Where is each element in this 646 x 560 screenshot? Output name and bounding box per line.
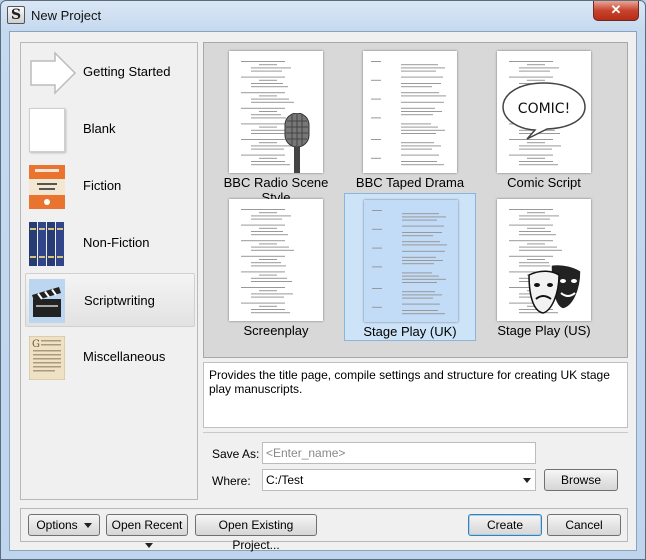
template-preview-page [229, 51, 323, 173]
browse-button[interactable]: Browse [544, 469, 618, 491]
template-preview-page [364, 200, 458, 322]
page-text-lines [371, 61, 446, 166]
speech-bubble-icon: COMIC! [502, 82, 586, 140]
template-description: Provides the title page, compile setting… [203, 362, 628, 428]
category-label: Blank [83, 121, 116, 136]
template-preview-page [363, 51, 457, 173]
window-title: New Project [31, 8, 102, 23]
dialog-client-area: Getting Started Blank Fiction Non-Fictio… [9, 31, 637, 552]
open-existing-project-button[interactable]: Open Existing Project... [195, 514, 317, 552]
category-getting-started[interactable]: Getting Started [25, 45, 195, 99]
title-bar[interactable]: S New Project ✕ [1, 1, 645, 31]
old-page-icon: G [28, 335, 66, 381]
category-miscellaneous[interactable]: G Miscellaneous [25, 330, 195, 384]
template-preview-page: COMIC! [497, 51, 591, 173]
template-stage-play-uk[interactable]: Stage Play (UK) [344, 193, 476, 341]
separator [203, 432, 628, 433]
options-label: Options [36, 518, 78, 532]
chevron-down-icon [523, 478, 531, 483]
create-button[interactable]: Create [468, 514, 542, 536]
page-text-lines [241, 209, 294, 314]
where-value: C:/Test [266, 473, 304, 487]
microphone-icon [284, 113, 310, 173]
open-recent-label: Open Recent [111, 518, 183, 532]
template-label: Comic Script [507, 175, 581, 190]
category-label: Getting Started [83, 64, 171, 79]
book-icon [29, 165, 65, 209]
open-recent-button[interactable]: Open Recent [106, 514, 188, 549]
template-stage-play-us[interactable]: Stage Play (US) [478, 193, 610, 341]
category-label: Miscellaneous [83, 349, 166, 364]
template-comic-script[interactable]: COMIC! Comic Script [478, 45, 610, 193]
clapperboard-icon [29, 279, 65, 323]
category-blank[interactable]: Blank [25, 102, 195, 156]
template-bbc-radio-scene-style[interactable]: BBC Radio Scene Style [210, 45, 342, 205]
template-preview-page [229, 199, 323, 321]
close-button[interactable]: ✕ [593, 1, 639, 21]
template-preview-page [497, 199, 591, 321]
template-label: Stage Play (US) [497, 323, 591, 338]
where-label: Where: [212, 474, 251, 488]
category-list: Getting Started Blank Fiction Non-Fictio… [20, 42, 198, 500]
page-text-lines [372, 210, 447, 315]
save-as-input[interactable]: <Enter_name> [262, 442, 536, 464]
category-fiction[interactable]: Fiction [25, 159, 195, 213]
chevron-down-icon [144, 543, 153, 549]
template-screenplay[interactable]: Screenplay [210, 193, 342, 341]
chevron-down-icon [83, 523, 92, 529]
category-label: Fiction [83, 178, 122, 193]
scrivener-app-icon: S [7, 6, 25, 24]
options-button[interactable]: Options [28, 514, 100, 536]
template-label: BBC Taped Drama [355, 175, 465, 190]
template-bbc-taped-drama[interactable]: BBC Taped Drama [344, 45, 476, 193]
theatre-masks-icon [528, 263, 582, 314]
cancel-button[interactable]: Cancel [547, 514, 621, 536]
where-select[interactable]: C:/Test [262, 469, 536, 491]
comic-bubble-text: COMIC! [518, 101, 570, 117]
arrow-icon [29, 51, 77, 95]
save-as-label: Save As: [212, 447, 260, 461]
category-non-fiction[interactable]: Non-Fiction [25, 216, 195, 270]
category-scriptwriting[interactable]: Scriptwriting [25, 273, 195, 327]
blank-page-icon [29, 108, 65, 152]
template-grid: BBC Radio Scene Style BBC Taped Drama CO… [203, 42, 628, 358]
category-label: Non-Fiction [83, 235, 150, 250]
template-label: Stage Play (UK) [363, 324, 457, 339]
books-icon [29, 222, 65, 266]
template-label: Screenplay [243, 323, 309, 338]
new-project-window: S New Project ✕ Getting Started Blank Fi… [0, 0, 646, 560]
category-label: Scriptwriting [84, 293, 155, 308]
svg-text:G: G [32, 339, 40, 350]
